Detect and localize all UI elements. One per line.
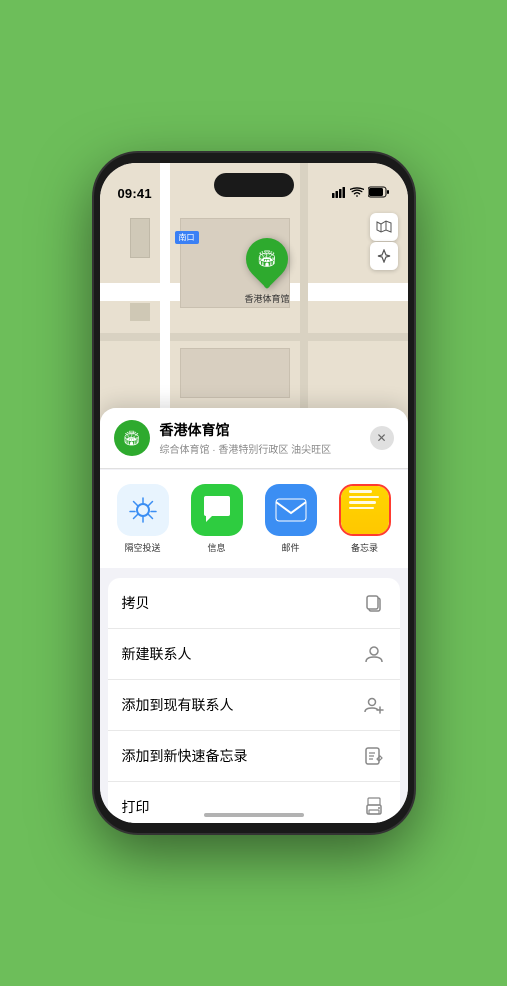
square-pen-icon <box>362 744 386 768</box>
share-row: 隔空投送 信息 <box>100 470 408 568</box>
road-label: 南口 <box>175 231 199 244</box>
home-indicator <box>204 813 304 817</box>
status-icons <box>332 186 390 201</box>
map-type-button[interactable] <box>370 213 398 241</box>
new-contact-label: 新建联系人 <box>122 644 192 664</box>
stadium-icon: 🏟 <box>257 249 277 269</box>
battery-icon <box>368 186 390 201</box>
menu-item-new-contact[interactable]: 新建联系人 <box>108 629 400 680</box>
share-item-notes[interactable]: 备忘录 <box>332 484 398 554</box>
share-item-more[interactable]: 推 <box>406 484 408 554</box>
notes-label: 备忘录 <box>351 541 378 554</box>
message-icon <box>191 484 243 536</box>
person-add-icon <box>362 693 386 717</box>
share-item-airdrop[interactable]: 隔空投送 <box>110 484 176 554</box>
menu-item-add-existing[interactable]: 添加到现有联系人 <box>108 680 400 731</box>
printer-icon <box>362 795 386 819</box>
mail-label: 邮件 <box>281 541 299 554</box>
location-subtitle: 综合体育馆 · 香港特别行政区 油尖旺区 <box>160 441 360 456</box>
bottom-sheet: 🏟 香港体育馆 综合体育馆 · 香港特别行政区 油尖旺区 ✕ <box>100 408 408 823</box>
marker-label: 香港体育馆 <box>245 292 290 305</box>
mail-icon <box>265 484 317 536</box>
menu-item-copy[interactable]: 拷贝 <box>108 578 400 629</box>
status-time: 09:41 <box>118 186 152 201</box>
map-marker: 🏟 香港体育馆 <box>245 238 290 305</box>
signal-icon <box>332 187 346 201</box>
menu-section: 拷贝 新建联系人 <box>108 578 400 823</box>
location-button[interactable] <box>370 242 398 270</box>
dynamic-island <box>214 173 294 197</box>
person-icon <box>362 642 386 666</box>
phone-frame: 09:41 <box>94 153 414 833</box>
wifi-icon <box>350 187 364 201</box>
message-label: 信息 <box>207 541 225 554</box>
close-button[interactable]: ✕ <box>370 426 394 450</box>
map-controls <box>370 213 398 270</box>
share-item-mail[interactable]: 邮件 <box>258 484 324 554</box>
add-existing-label: 添加到现有联系人 <box>122 695 234 715</box>
location-info: 香港体育馆 综合体育馆 · 香港特别行政区 油尖旺区 <box>160 420 360 456</box>
menu-item-add-notes[interactable]: 添加到新快速备忘录 <box>108 731 400 782</box>
add-notes-label: 添加到新快速备忘录 <box>122 746 248 766</box>
location-header: 🏟 香港体育馆 综合体育馆 · 香港特别行政区 油尖旺区 ✕ <box>100 408 408 469</box>
print-label: 打印 <box>122 797 150 817</box>
notes-icon <box>339 484 391 536</box>
airdrop-label: 隔空投送 <box>124 541 160 554</box>
copy-label: 拷贝 <box>122 593 150 613</box>
location-name: 香港体育馆 <box>160 420 360 440</box>
copy-icon <box>362 591 386 615</box>
airdrop-icon <box>117 484 169 536</box>
location-venue-icon: 🏟 <box>114 420 150 456</box>
share-item-message[interactable]: 信息 <box>184 484 250 554</box>
phone-screen: 09:41 <box>100 163 408 823</box>
